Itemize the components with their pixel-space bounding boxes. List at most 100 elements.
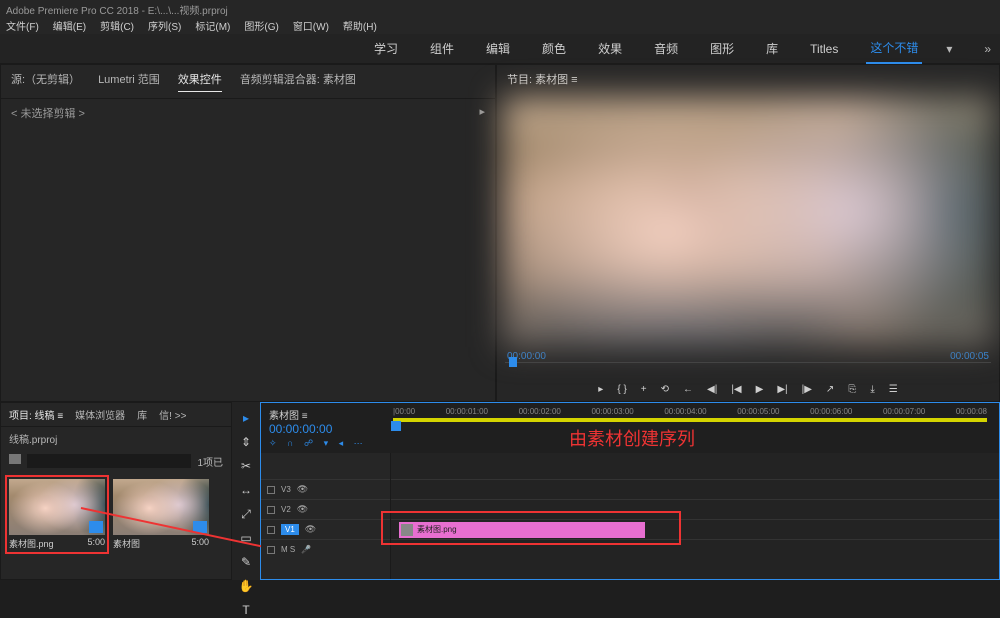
menu-sequence[interactable]: 序列(S) bbox=[148, 18, 181, 34]
ws-more-icon[interactable]: » bbox=[984, 42, 991, 56]
program-scrubber[interactable] bbox=[505, 362, 991, 380]
tool-razor[interactable]: ↔ bbox=[238, 482, 254, 498]
ruler-tick: 00:00:01:00 bbox=[446, 407, 488, 416]
btn-inout[interactable]: { } bbox=[617, 384, 626, 395]
timeline-playhead-icon[interactable] bbox=[391, 421, 401, 431]
project-panel: 项目: 线稿 ≡ 媒体浏览器 库 信! >> 线稿.prproj 1项已 素材图… bbox=[0, 402, 232, 580]
tab-effect-controls[interactable]: 效果控件 bbox=[178, 71, 222, 92]
ruler-tick: 00:00:07:00 bbox=[883, 407, 925, 416]
work-area-bar[interactable] bbox=[393, 418, 987, 422]
workspace-tabs: 学习 组件 编辑 颜色 效果 音频 图形 库 Titles 这个不错 ▾ » bbox=[0, 34, 1000, 64]
ws-color[interactable]: 颜色 bbox=[538, 34, 570, 63]
timeline-icons[interactable]: ✧ ∩ ☍ ▾ ◂ ⋯ bbox=[269, 436, 389, 449]
ws-edit[interactable]: 编辑 bbox=[482, 34, 514, 63]
menu-file[interactable]: 文件(F) bbox=[6, 18, 39, 34]
btn-prev[interactable]: |◀ bbox=[731, 384, 741, 395]
tab-lumetri[interactable]: Lumetri 范围 bbox=[98, 71, 160, 92]
btn-lift[interactable]: ↗ bbox=[826, 384, 834, 395]
lane-v3[interactable] bbox=[391, 479, 999, 499]
menu-clip[interactable]: 剪辑(C) bbox=[100, 18, 134, 34]
tool-pen[interactable]: ✎ bbox=[238, 554, 254, 570]
annotation-box bbox=[381, 511, 681, 545]
project-count: 1项已 bbox=[197, 454, 223, 469]
tool-slip[interactable]: ⤢ bbox=[238, 506, 254, 522]
bin-dur: 5:00 bbox=[191, 537, 209, 550]
btn-play[interactable]: ▶ bbox=[756, 384, 764, 395]
annotation-text: 由素材创建序列 bbox=[569, 425, 695, 451]
ws-custom[interactable]: 这个不错 bbox=[866, 33, 922, 64]
track-head-v2[interactable]: V2 👁 bbox=[261, 499, 390, 519]
ws-graphics[interactable]: 图形 bbox=[706, 34, 738, 63]
tool-type[interactable]: T bbox=[238, 602, 254, 618]
menu-edit[interactable]: 编辑(E) bbox=[53, 18, 86, 34]
program-preview[interactable] bbox=[503, 97, 993, 347]
tool-strip: ▸ ⇕ ✂ ↔ ⤢ ▭ ✎ ✋ T bbox=[232, 402, 260, 580]
bin-thumb[interactable] bbox=[113, 479, 209, 535]
track-head-a1[interactable]: M S🎤 bbox=[261, 539, 390, 559]
menu-help[interactable]: 帮助(H) bbox=[343, 18, 377, 34]
btn-loop[interactable]: ⟲ bbox=[661, 384, 669, 395]
ruler-tick: 00:00:04:00 bbox=[664, 407, 706, 416]
ruler-tick: 00:00:02:00 bbox=[519, 407, 561, 416]
eye-icon[interactable]: 👁 bbox=[305, 524, 316, 535]
track-head-v3[interactable]: V3 👁 bbox=[261, 479, 390, 499]
lock-icon[interactable] bbox=[267, 526, 275, 534]
btn-export[interactable]: ⤓ bbox=[870, 384, 874, 395]
chevron-right-icon[interactable]: ▸ bbox=[479, 105, 485, 121]
timeline-ruler[interactable]: |00:00 00:00:01:00 00:00:02:00 00:00:03:… bbox=[389, 407, 991, 449]
project-filter-input[interactable] bbox=[27, 454, 191, 468]
timeline-timecode[interactable]: 00:00:00:00 bbox=[269, 422, 389, 436]
lock-icon[interactable] bbox=[267, 486, 275, 494]
playhead-icon[interactable] bbox=[509, 357, 517, 367]
eye-icon[interactable]: 👁 bbox=[297, 484, 308, 495]
lock-icon[interactable] bbox=[267, 506, 275, 514]
type-badge-icon bbox=[89, 521, 103, 533]
track-head-v1[interactable]: V1👁 bbox=[261, 519, 390, 539]
tool-ripple[interactable]: ✂ bbox=[238, 458, 254, 474]
tab-info[interactable]: 信! >> bbox=[159, 407, 186, 422]
btn-step-back[interactable]: ◀| bbox=[707, 384, 717, 395]
btn-extract[interactable]: ⎘ bbox=[848, 384, 856, 395]
ruler-tick: 00:00:05:00 bbox=[737, 407, 779, 416]
btn-next[interactable]: ▶| bbox=[777, 384, 787, 395]
tab-media-browser[interactable]: 媒体浏览器 bbox=[75, 407, 125, 422]
tab-audio-mixer[interactable]: 音频剪辑混合器: 素材图 bbox=[240, 71, 356, 92]
bin-thumb[interactable] bbox=[9, 479, 105, 535]
tool-hand[interactable]: ✋ bbox=[238, 578, 254, 594]
menu-window[interactable]: 窗口(W) bbox=[293, 18, 329, 34]
program-header: 节目: 素材图 ≡ bbox=[497, 65, 999, 93]
ws-effects[interactable]: 效果 bbox=[594, 34, 626, 63]
track-label: V2 bbox=[281, 505, 291, 514]
tool-selection[interactable]: ▸ bbox=[238, 410, 254, 426]
track-lanes[interactable]: 素材图.png bbox=[391, 453, 999, 579]
btn-marker[interactable]: ▸ bbox=[598, 384, 603, 395]
timeline-name[interactable]: 素材图 ≡ bbox=[269, 407, 389, 422]
ws-audio[interactable]: 音频 bbox=[650, 34, 682, 63]
tab-project[interactable]: 项目: 线稿 ≡ bbox=[9, 407, 63, 422]
folder-icon[interactable] bbox=[9, 454, 21, 464]
project-filename: 线稿.prproj bbox=[9, 431, 57, 446]
ws-assembly[interactable]: 组件 bbox=[426, 34, 458, 63]
btn-step-fwd[interactable]: |▶ bbox=[802, 384, 812, 395]
tab-source[interactable]: 源:（无剪辑） bbox=[11, 71, 80, 92]
btn-settings[interactable]: ☰ bbox=[889, 384, 898, 395]
eye-icon[interactable]: 👁 bbox=[297, 504, 308, 515]
ws-dropdown-icon[interactable]: ▾ bbox=[946, 42, 952, 56]
btn-goto-in[interactable]: ← bbox=[683, 384, 693, 395]
bin-item[interactable]: 素材图.png5:00 bbox=[9, 479, 105, 550]
menubar: 文件(F) 编辑(E) 剪辑(C) 序列(S) 标记(M) 图形(G) 窗口(W… bbox=[0, 18, 1000, 34]
track-label: V3 bbox=[281, 485, 291, 494]
tool-track-select[interactable]: ⇕ bbox=[238, 434, 254, 450]
ws-library[interactable]: 库 bbox=[762, 34, 782, 63]
bin-item[interactable]: 素材图5:00 bbox=[113, 479, 209, 550]
ws-learn[interactable]: 学习 bbox=[370, 34, 402, 63]
menu-graphics[interactable]: 图形(G) bbox=[244, 18, 278, 34]
transport-bar: ▸ { } + ⟲ ← ◀| |◀ ▶ ▶| |▶ ↗ ⎘ ⤓ ☰ bbox=[497, 380, 999, 401]
tab-library[interactable]: 库 bbox=[137, 407, 147, 422]
menu-marker[interactable]: 标记(M) bbox=[195, 18, 230, 34]
btn-add[interactable]: + bbox=[641, 384, 647, 395]
track-heads: V3 👁 V2 👁 V1👁 M S🎤 bbox=[261, 453, 391, 579]
lock-icon[interactable] bbox=[267, 546, 275, 554]
ws-titles[interactable]: Titles bbox=[806, 36, 842, 62]
mic-icon[interactable]: 🎤 bbox=[301, 545, 311, 554]
